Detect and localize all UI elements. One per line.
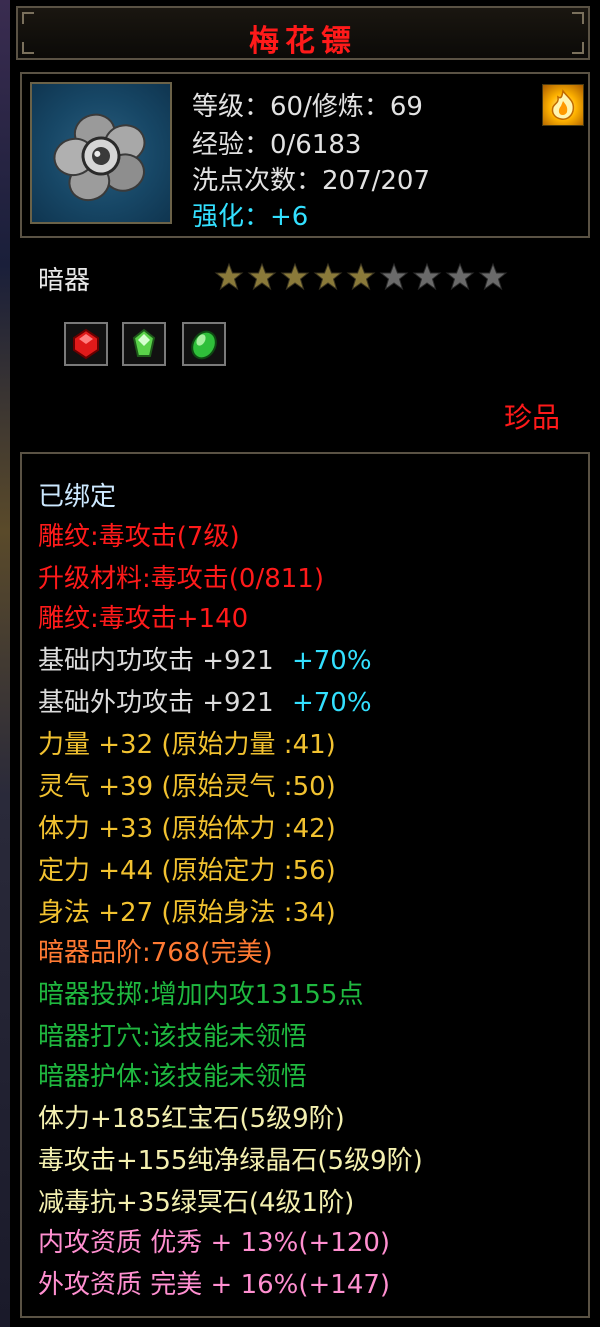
star-empty-icon — [379, 262, 409, 291]
base-inner-attack-pct: +70% — [291, 646, 372, 676]
star-filled-icon — [280, 262, 310, 291]
star-filled-icon — [346, 262, 376, 291]
golden-flame-icon[interactable] — [542, 84, 584, 126]
exp-stat: 经验：0/6183 — [192, 130, 362, 160]
item-title: 梅花镖 — [249, 24, 357, 59]
level-stat: 等级：60/修炼：69 — [192, 92, 423, 122]
gem-line-green-ming: 减毒抗+35绿冥石(4级1阶) — [38, 1188, 355, 1218]
title-bar: 梅花镖 — [16, 6, 590, 60]
throw-skill-line: 暗器投掷:增加内攻13155点 — [38, 980, 364, 1010]
focus-line: 定力 +44 (原始定力 :56) — [38, 856, 336, 886]
stamina-line: 体力 +33 (原始体力 :42) — [38, 814, 336, 844]
agility-line: 身法 +27 (原始身法 :34) — [38, 898, 336, 928]
bound-status: 已绑定 — [38, 482, 117, 512]
enhance-stat: 强化：+6 — [192, 202, 309, 232]
base-inner-attack-text: 基础内功攻击 +921 — [38, 646, 274, 676]
strength-line: 力量 +32 (原始力量 :41) — [38, 730, 336, 760]
red-gem-icon[interactable] — [64, 322, 108, 366]
star-filled-icon — [247, 262, 277, 291]
rarity-label: 珍品 — [503, 401, 560, 434]
wash-count-stat: 洗点次数：207/207 — [192, 166, 431, 196]
green-gem-icon[interactable] — [182, 322, 226, 366]
item-type-label: 暗器 — [38, 266, 91, 296]
base-outer-attack-text: 基础外功攻击 +921 — [38, 688, 274, 718]
acupoint-skill-line: 暗器打穴:该技能未领悟 — [38, 1022, 307, 1052]
base-outer-attack: 基础外功攻击 +921 +70% — [38, 682, 372, 719]
star-filled-icon — [214, 262, 244, 291]
gem-line-green-crystal: 毒攻击+155纯净绿晶石(5级9阶) — [38, 1146, 423, 1176]
star-empty-icon — [412, 262, 442, 291]
star-filled-icon — [313, 262, 343, 291]
guard-skill-line: 暗器护体:该技能未领悟 — [38, 1062, 307, 1092]
inner-quality-line: 内攻资质 优秀 + 13%(+120) — [38, 1228, 391, 1258]
star-empty-icon — [445, 262, 475, 291]
background-strip — [0, 0, 10, 1327]
gem-line-red: 体力+185红宝石(5级9阶) — [38, 1104, 345, 1134]
engrave-line: 雕纹:毒攻击(7级) — [38, 522, 240, 552]
upgrade-material-line: 升级材料:毒攻击(0/811) — [38, 564, 324, 594]
plum-blossom-dart-icon[interactable] — [30, 82, 172, 224]
outer-quality-line: 外攻资质 完美 + 16%(+147) — [38, 1270, 391, 1300]
engrave-bonus-line: 雕纹:毒攻击+140 — [38, 604, 249, 634]
grade-line: 暗器品阶:768(完美) — [38, 938, 273, 968]
green-crystal-icon[interactable] — [122, 322, 166, 366]
base-inner-attack: 基础内功攻击 +921 +70% — [38, 640, 372, 677]
star-empty-icon — [478, 262, 508, 291]
spirit-line: 灵气 +39 (原始灵气 :50) — [38, 772, 336, 802]
base-outer-attack-pct: +70% — [291, 688, 372, 718]
